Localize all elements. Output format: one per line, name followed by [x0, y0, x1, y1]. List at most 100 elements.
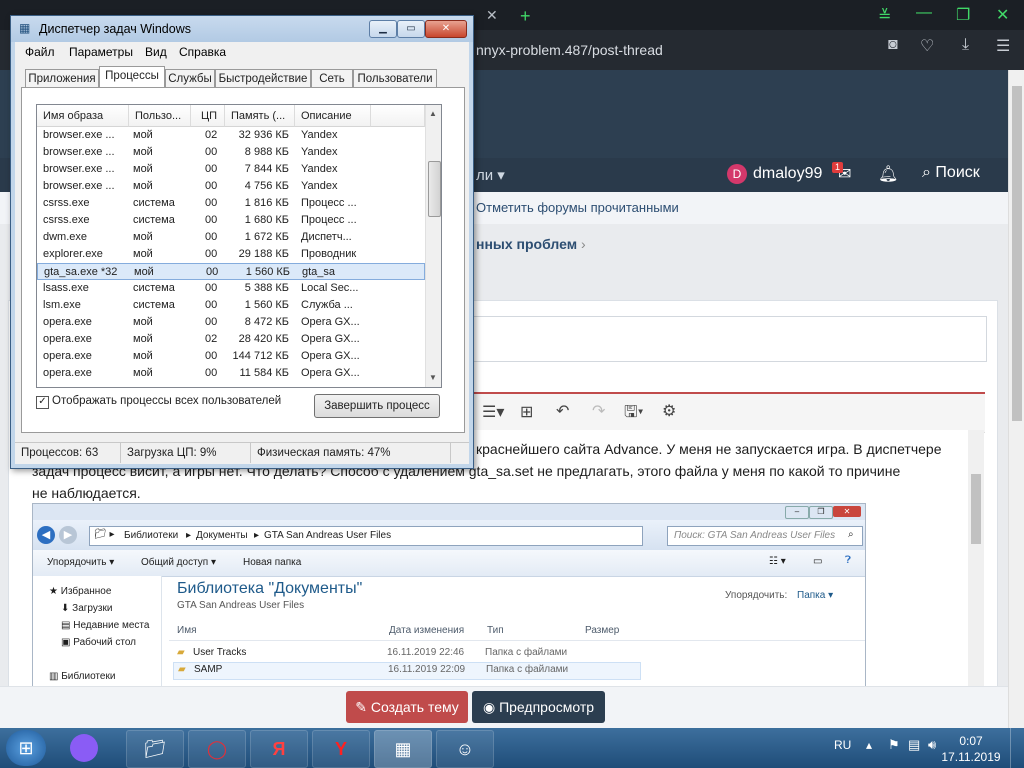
- show-all-checkbox[interactable]: ✓: [36, 396, 49, 409]
- process-row[interactable]: browser.exe ... мой 00 7 844 КБ Yandex: [37, 161, 425, 178]
- process-row[interactable]: csrss.exe система 00 1 680 КБ Процесс ...: [37, 212, 425, 229]
- tab-processes[interactable]: Процессы: [99, 66, 165, 89]
- library-title: Библиотека "Документы": [177, 580, 363, 597]
- menu-icon[interactable]: ☰: [996, 36, 1010, 56]
- maximize-button[interactable]: ▭: [397, 20, 425, 38]
- tab-users[interactable]: Пользователи: [353, 69, 437, 88]
- tab-network[interactable]: Сеть: [311, 69, 353, 88]
- table-icon[interactable]: ⊞: [520, 402, 533, 422]
- search-button[interactable]: ⌕ Поиск: [922, 164, 980, 182]
- process-row[interactable]: opera.exe мой 02 28 420 КБ Opera GX...: [37, 331, 425, 348]
- process-row[interactable]: csrss.exe система 00 1 816 КБ Процесс ...: [37, 195, 425, 212]
- forward-icon: ▶: [59, 526, 77, 544]
- menu-options[interactable]: Параметры: [69, 45, 133, 59]
- address-bar-url[interactable]: nnyx-problem.487/post-thread: [476, 42, 663, 58]
- process-list[interactable]: Имя образа Пользо... ЦП Память (... Опис…: [36, 104, 442, 388]
- tray-arrow-icon[interactable]: ▴: [866, 738, 872, 752]
- save-draft-icon[interactable]: 🖫︎▾: [624, 401, 644, 428]
- gear-icon[interactable]: ⚙: [662, 401, 676, 421]
- post-text-line3: не наблюдается.: [32, 485, 141, 501]
- process-row[interactable]: lsass.exe система 00 5 388 КБ Local Sec...: [37, 280, 425, 297]
- favorites-item: ★ Избранное: [49, 586, 112, 597]
- breadcrumb[interactable]: нных проблем ›: [476, 236, 586, 252]
- process-row[interactable]: opera.exe мой 00 144 712 КБ Opera GX...: [37, 348, 425, 365]
- task-manager-menu: Файл Параметры Вид Справка: [15, 42, 469, 62]
- redo-icon[interactable]: ↷: [592, 401, 605, 421]
- yandex-taskbar-icon[interactable]: Я: [250, 730, 308, 768]
- path-segment: Документы: [196, 530, 248, 541]
- process-name: lsm.exe: [43, 299, 81, 311]
- network-icon[interactable]: ▤: [908, 737, 920, 753]
- end-process-button[interactable]: Завершить процесс: [314, 394, 440, 418]
- download-icon[interactable]: ⤓: [962, 36, 969, 54]
- tab-services[interactable]: Службы: [165, 69, 215, 88]
- process-row[interactable]: opera.exe мой 00 11 584 КБ Opera GX...: [37, 365, 425, 382]
- process-row[interactable]: browser.exe ... мой 00 8 988 КБ Yandex: [37, 144, 425, 161]
- close-browser-icon[interactable]: ✕: [996, 5, 1009, 25]
- task-manager-titlebar[interactable]: ▦ Диспетчер задач Windows ▁ ▭ ✕: [11, 16, 473, 42]
- menu-view[interactable]: Вид: [145, 45, 167, 59]
- process-row[interactable]: lsm.exe система 00 1 560 КБ Служба ...: [37, 297, 425, 314]
- language-indicator[interactable]: RU: [834, 738, 851, 752]
- bell-icon[interactable]: 🔔︎: [878, 164, 898, 184]
- menu-help[interactable]: Справка: [179, 45, 226, 59]
- mark-read-link[interactable]: Отметить форумы прочитанными: [476, 200, 679, 215]
- new-tab-button[interactable]: +: [520, 6, 531, 27]
- page-scrollbar[interactable]: [1008, 70, 1024, 728]
- list-icon[interactable]: ☰▾: [482, 402, 504, 422]
- process-row[interactable]: gta_sa.exe *32 мой 00 1 560 КБ gta_sa: [37, 263, 425, 280]
- download-sidebar-icon[interactable]: ≚: [878, 6, 891, 26]
- process-description: Диспетч...: [301, 231, 352, 243]
- clock-date[interactable]: 17.11.2019: [940, 750, 1002, 764]
- process-row[interactable]: browser.exe ... мой 02 32 936 КБ Yandex: [37, 127, 425, 144]
- avatar[interactable]: D: [727, 164, 747, 184]
- close-button[interactable]: ✕: [425, 20, 467, 38]
- minimize-button[interactable]: ▁: [369, 20, 397, 38]
- camera-icon[interactable]: ◙: [888, 36, 898, 54]
- process-row[interactable]: opera.exe мой 00 8 472 КБ Opera GX...: [37, 314, 425, 331]
- explorer-columns: Имя Дата изменения Тип Размер: [169, 620, 865, 641]
- user-name[interactable]: dmaloy99: [753, 165, 822, 183]
- minimize-browser-icon[interactable]: —: [916, 4, 932, 22]
- title-input[interactable]: [472, 316, 987, 362]
- maximize-browser-icon[interactable]: ❐: [956, 5, 970, 25]
- col-user[interactable]: Пользо...: [129, 105, 191, 127]
- undo-icon[interactable]: ↶: [556, 401, 569, 421]
- tab-performance[interactable]: Быстродействие: [215, 69, 311, 88]
- process-row[interactable]: browser.exe ... мой 00 4 756 КБ Yandex: [37, 178, 425, 195]
- process-memory: 28 420 КБ: [238, 333, 289, 345]
- clock-time[interactable]: 0:07: [946, 734, 996, 748]
- col-memory[interactable]: Память (...: [225, 105, 295, 127]
- process-row[interactable]: dwm.exe мой 00 1 672 КБ Диспетч...: [37, 229, 425, 246]
- process-description: Opera GX...: [301, 350, 360, 362]
- process-memory: 1 560 КБ: [244, 299, 289, 311]
- col-description[interactable]: Описание: [295, 105, 371, 127]
- tray-action-center-icon[interactable]: ⚑: [888, 737, 900, 753]
- explorer-taskbar-icon[interactable]: 📁︎: [126, 730, 184, 768]
- col-image-name[interactable]: Имя образа: [37, 105, 129, 127]
- nav-item-fragment[interactable]: ли ▾: [476, 166, 505, 184]
- yandex-browser-taskbar-icon[interactable]: Y: [312, 730, 370, 768]
- tab-applications[interactable]: Приложения: [25, 69, 99, 88]
- file-name: SAMP: [194, 664, 223, 675]
- alice-icon[interactable]: [70, 734, 98, 762]
- start-button[interactable]: ⊞: [6, 730, 46, 766]
- recent-item: ▤ Недавние места: [61, 620, 150, 631]
- gta-taskbar-icon[interactable]: ☺: [436, 730, 494, 768]
- volume-icon[interactable]: 🔊︎: [928, 737, 936, 753]
- process-row[interactable]: explorer.exe мой 00 29 188 КБ Проводник: [37, 246, 425, 263]
- create-thread-button[interactable]: ✎ Создать тему: [346, 691, 468, 723]
- show-desktop-button[interactable]: [1010, 728, 1024, 768]
- explorer-toolbar: Упорядочить ▾ Общий доступ ▾ Новая папка…: [33, 550, 865, 577]
- preview-button[interactable]: ◉ Предпросмотр: [472, 691, 605, 723]
- col-cpu[interactable]: ЦП: [191, 105, 225, 127]
- editor-scrollbar[interactable]: [968, 430, 984, 686]
- opera-taskbar-icon[interactable]: ◯: [188, 730, 246, 768]
- process-description: Процесс ...: [301, 197, 357, 209]
- menu-file[interactable]: Файл: [25, 45, 55, 59]
- close-tab-icon[interactable]: ✕: [486, 7, 498, 24]
- heart-icon[interactable]: ♡: [920, 36, 934, 56]
- new-folder: Новая папка: [243, 557, 302, 568]
- process-list-scrollbar[interactable]: ▲ ▼: [425, 105, 441, 387]
- taskmgr-taskbar-icon[interactable]: ▦: [374, 730, 432, 768]
